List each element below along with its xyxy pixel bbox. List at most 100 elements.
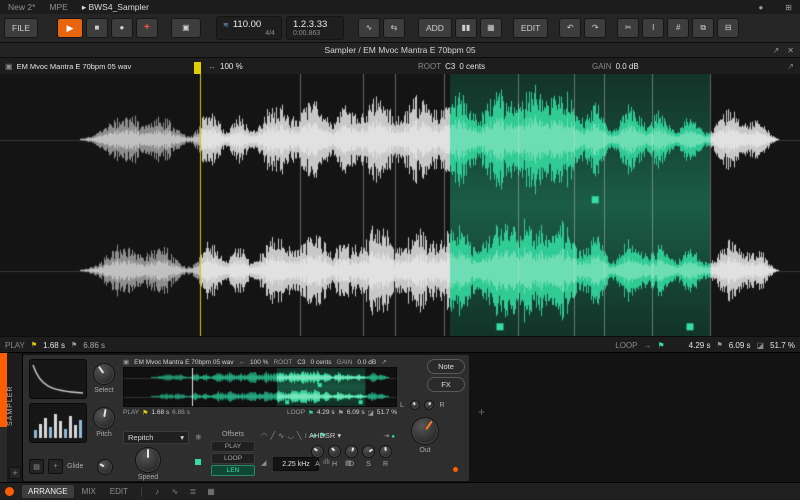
mini-loop-end[interactable]: 6.09 s — [347, 409, 365, 416]
shape-sine-icon[interactable]: ∿ — [278, 431, 284, 440]
mini-zoom-value[interactable]: 100 % — [250, 359, 268, 366]
cut-tool-button[interactable]: ✂ — [617, 18, 640, 38]
tab-mpe[interactable]: MPE — [49, 2, 67, 12]
close-editor-icon[interactable]: ✕ — [787, 46, 794, 55]
grid-view-button[interactable]: ▦ — [479, 18, 502, 38]
mini-file-name[interactable]: EM Mvoc Mantra E 70bpm 05 wav — [134, 359, 233, 366]
add-layer-button[interactable]: + — [48, 459, 63, 474]
stop-button[interactable]: ■ — [85, 18, 108, 38]
sample-file-selector[interactable]: ▣ EM Mvoc Mantra E 70bpm 05 wav — [5, 58, 131, 74]
pan-right-knob[interactable] — [424, 400, 434, 410]
record-button[interactable]: ● — [110, 18, 133, 38]
loop-fade-value[interactable]: 51.7 % — [770, 341, 795, 350]
shape-linear-up-icon[interactable]: ╱ — [271, 431, 276, 440]
speed-knob[interactable] — [135, 447, 161, 473]
automation-editor-icon[interactable]: ∿ — [167, 485, 183, 498]
tempo-display[interactable]: ≋ 110.00 4/4 — [215, 16, 282, 40]
loop-start-value[interactable]: 4.29 s — [689, 341, 711, 350]
add-button[interactable]: ADD — [417, 18, 452, 38]
undo-button[interactable]: ↶ — [559, 18, 582, 38]
note-expander-button[interactable]: Note — [427, 359, 465, 374]
fx-expander-button[interactable]: FX — [427, 377, 465, 392]
tab-bws4-sampler[interactable]: ▸ BWS4_Sampler — [82, 2, 149, 13]
notification-dot-icon[interactable]: ● — [758, 3, 763, 12]
display-profile-button[interactable]: ▣ — [170, 18, 201, 38]
mini-play-start[interactable]: 1.68 s — [151, 409, 169, 416]
pitch-knob[interactable] — [93, 407, 115, 429]
mini-expand-icon[interactable]: ↗ — [381, 358, 386, 366]
offset-play-button[interactable]: PLAY — [211, 441, 255, 452]
offset-loop-button[interactable]: LOOP — [211, 453, 255, 464]
mini-gain-value[interactable]: 0.0 dB — [357, 359, 376, 366]
env-active-dot-icon[interactable]: ● — [391, 434, 395, 440]
view-edit-button[interactable]: EDIT — [104, 485, 134, 498]
device-waveform-display[interactable] — [123, 367, 397, 407]
glide-knob[interactable] — [97, 459, 113, 475]
shape-wiggle-icon[interactable]: ≀ — [304, 431, 307, 440]
zone-bars-display[interactable] — [29, 403, 87, 443]
tab-new-project[interactable]: New 2* — [8, 2, 35, 12]
loop-toggle-button[interactable]: ⇆ — [382, 18, 405, 38]
zoom-control[interactable]: ↔ 100 % — [208, 58, 243, 74]
waveform-display[interactable] — [0, 74, 800, 336]
lanes-icon[interactable]: ≣ — [185, 485, 201, 498]
dual-panel-button[interactable]: ⊟ — [717, 18, 740, 38]
file-menu-button[interactable]: FILE — [4, 18, 38, 38]
rail-add-button[interactable]: + — [9, 467, 21, 479]
select-curve-display[interactable] — [29, 359, 87, 399]
grid-editor-icon[interactable]: ▦ — [203, 485, 219, 498]
play-button[interactable]: ▶ — [56, 18, 83, 38]
freeze-icon[interactable]: ❄ — [195, 433, 202, 442]
select-knob[interactable] — [93, 363, 115, 385]
fade-tri-icon[interactable]: ◢ — [261, 459, 266, 467]
play-end-value[interactable]: 6.86 s — [83, 341, 105, 350]
note-editor-icon[interactable]: ♪ — [149, 485, 165, 498]
mixer-view-button[interactable]: ▮▮ — [454, 18, 477, 38]
expand-editor-icon[interactable]: ↗ — [773, 46, 780, 55]
pan-left-knob[interactable] — [410, 400, 420, 410]
add-device-button[interactable]: + — [478, 405, 485, 419]
loop-end-flag-icon[interactable]: ⚑ — [716, 341, 722, 349]
project-status-icon[interactable] — [5, 487, 14, 496]
ibeam-tool-button[interactable]: I — [642, 18, 665, 38]
overdub-button[interactable]: + — [135, 18, 158, 38]
play-start-value[interactable]: 1.68 s — [43, 341, 65, 350]
mini-play-end[interactable]: 6.86 s — [172, 409, 190, 416]
edit-menu-button[interactable]: EDIT — [512, 18, 549, 38]
mini-root-cents[interactable]: 0 cents — [311, 359, 332, 366]
layers-button[interactable]: ⧉ — [692, 18, 715, 38]
offset-len-button[interactable]: LEN — [211, 465, 255, 476]
shape-concave-icon[interactable]: ◡ — [287, 431, 294, 440]
env-sustain-knob[interactable] — [362, 445, 375, 458]
root-control[interactable]: ROOT C3 0 cents — [418, 58, 485, 74]
device-name-vertical[interactable]: SAMPLER — [7, 361, 23, 451]
shape-convex-icon[interactable]: ◠ — [261, 431, 268, 440]
shape-linear-down-icon[interactable]: ╲ — [297, 431, 302, 440]
out-knob[interactable] — [411, 417, 439, 445]
mini-root-note[interactable]: C3 — [297, 359, 305, 366]
mini-loop-fade[interactable]: 51.7 % — [377, 409, 397, 416]
loop-end-value[interactable]: 6.09 s — [729, 341, 751, 350]
snap-toggle-button[interactable]: # — [667, 18, 690, 38]
env-attack-knob[interactable] — [311, 445, 324, 458]
fit-view-icon[interactable]: ↗ — [787, 58, 794, 74]
env-release-knob[interactable] — [379, 445, 392, 458]
device-power-dot[interactable] — [453, 467, 458, 472]
view-mix-button[interactable]: MIX — [76, 485, 102, 498]
env-skip-icon[interactable]: ⇥ — [384, 433, 390, 440]
env-hold-knob[interactable] — [328, 445, 341, 458]
env-decay-knob[interactable] — [345, 445, 358, 458]
play-mode-dropdown[interactable]: Repitch ▾ — [123, 431, 189, 444]
keytrack-indicator[interactable] — [195, 459, 201, 465]
play-end-flag-icon[interactable]: ⚑ — [71, 341, 77, 349]
loop-start-flag-icon[interactable]: ⚑ — [657, 341, 664, 350]
redo-button[interactable]: ↷ — [584, 18, 607, 38]
view-arrange-button[interactable]: ARRANGE — [22, 485, 74, 498]
play-start-flag-icon[interactable]: ⚑ — [31, 341, 37, 349]
browser-icon[interactable]: ▤ — [29, 459, 44, 474]
loop-mode-icon[interactable]: → — [643, 341, 651, 350]
mini-loop-start[interactable]: 4.29 s — [317, 409, 335, 416]
position-display[interactable]: 1.2.3.33 0:00.863 — [285, 16, 344, 40]
gain-control[interactable]: GAIN 0.0 dB — [592, 58, 639, 74]
window-layout-icon[interactable]: ⊞ — [785, 3, 792, 12]
